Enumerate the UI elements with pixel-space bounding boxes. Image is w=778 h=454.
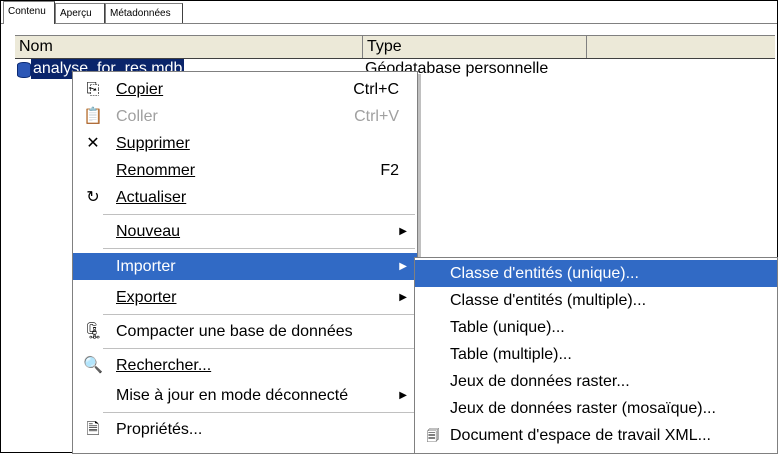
submenu-label: Jeux de données raster... — [450, 373, 630, 390]
menu-shortcut: Ctrl+V — [354, 108, 399, 125]
submenu-arrow-icon: ▶ — [399, 226, 407, 237]
menu-item-delete[interactable]: ✕ Supprimer — [73, 130, 417, 157]
menu-item-export[interactable]: Exporter ▶ — [73, 284, 417, 311]
menu-label: Rechercher... — [116, 357, 212, 374]
tab-label: Aperçu — [60, 8, 92, 19]
xml-document-icon: 🗐 — [426, 428, 440, 443]
menu-label: Exporter — [116, 289, 177, 306]
menu-item-import[interactable]: Importer ▶ — [73, 253, 417, 280]
context-menu: ⎘ Copier Ctrl+C 📋 Coller Ctrl+V ✕ Suppri… — [72, 71, 418, 454]
tab-strip: Contenu Aperçu Métadonnées — [1, 1, 777, 24]
paste-icon: 📋 — [83, 108, 103, 125]
menu-shortcut: Ctrl+C — [353, 81, 399, 98]
submenu-label: Document d'espace de travail XML... — [450, 427, 711, 444]
tab-contenu[interactable]: Contenu — [3, 1, 55, 24]
menu-item-paste[interactable]: 📋 Coller Ctrl+V — [73, 103, 417, 130]
submenu-item-feature-class-multiple[interactable]: Classe d'entités (multiple)... — [415, 287, 777, 314]
column-label: Type — [367, 38, 402, 55]
menu-separator — [103, 248, 415, 249]
menu-label: Mise à jour en mode déconnecté — [116, 387, 349, 404]
menu-item-rename[interactable]: Renommer F2 — [73, 157, 417, 184]
submenu-item-table-single[interactable]: Table (unique)... — [415, 314, 777, 341]
menu-item-copy[interactable]: ⎘ Copier Ctrl+C — [73, 76, 417, 103]
column-header: Nom Type — [15, 35, 775, 59]
submenu-item-raster-mosaic[interactable]: Jeux de données raster (mosaïque)... — [415, 395, 777, 422]
menu-item-offline-update[interactable]: Mise à jour en mode déconnecté ▶ — [73, 382, 417, 409]
delete-icon: ✕ — [86, 135, 100, 152]
properties-icon: 🗎 — [86, 421, 100, 438]
submenu-label: Table (multiple)... — [450, 346, 572, 363]
submenu-arrow-icon: ▶ — [399, 390, 407, 401]
submenu-arrow-icon: ▶ — [399, 261, 407, 272]
tab-apercu[interactable]: Aperçu — [55, 3, 105, 23]
menu-item-search[interactable]: 🔍 Rechercher... — [73, 352, 417, 379]
submenu-label: Classe d'entités (multiple)... — [450, 292, 647, 309]
menu-label: Renommer — [116, 162, 196, 179]
submenu-label: Table (unique)... — [450, 319, 565, 336]
menu-label: Coller — [116, 108, 158, 125]
submenu-item-table-multiple[interactable]: Table (multiple)... — [415, 341, 777, 368]
menu-item-refresh[interactable]: ↻ Actualiser — [73, 184, 417, 211]
menu-separator — [103, 314, 415, 315]
menu-label: Actualiser — [116, 189, 187, 206]
menu-label: Propriétés... — [116, 421, 203, 438]
copy-icon: ⎘ — [86, 81, 100, 98]
refresh-icon: ↻ — [86, 189, 100, 206]
menu-separator — [103, 412, 415, 413]
menu-label: Copier — [116, 81, 164, 98]
menu-item-compact[interactable]: 🗜 Compacter une base de données — [73, 318, 417, 345]
column-label: Nom — [19, 38, 53, 55]
menu-item-new[interactable]: Nouveau ▶ — [73, 218, 417, 245]
compact-database-icon: 🗜 — [83, 323, 104, 340]
menu-item-properties[interactable]: 🗎 Propriétés... — [73, 416, 417, 443]
menu-shortcut: F2 — [380, 162, 399, 179]
menu-label: Compacter une base de données — [116, 323, 353, 340]
database-icon — [17, 62, 31, 78]
tab-label: Contenu — [8, 6, 46, 17]
import-submenu: Classe d'entités (unique)... Classe d'en… — [414, 257, 778, 454]
column-type[interactable]: Type — [363, 36, 587, 58]
tab-metadonnees[interactable]: Métadonnées — [105, 3, 183, 23]
column-nom[interactable]: Nom — [15, 36, 363, 58]
menu-label: Importer — [116, 258, 176, 275]
submenu-arrow-icon: ▶ — [399, 292, 407, 303]
submenu-item-xml-workspace[interactable]: 🗐 Document d'espace de travail XML... — [415, 422, 777, 449]
submenu-item-feature-class-single[interactable]: Classe d'entités (unique)... — [415, 260, 777, 287]
submenu-item-raster-datasets[interactable]: Jeux de données raster... — [415, 368, 777, 395]
submenu-label: Jeux de données raster (mosaïque)... — [450, 400, 716, 417]
menu-label: Supprimer — [116, 135, 190, 152]
menu-separator — [103, 214, 415, 215]
submenu-label: Classe d'entités (unique)... — [450, 265, 639, 282]
column-empty[interactable] — [587, 36, 775, 58]
menu-separator — [103, 348, 415, 349]
tab-label: Métadonnées — [110, 8, 171, 19]
search-icon: 🔍 — [83, 357, 103, 374]
menu-label: Nouveau — [116, 223, 181, 240]
